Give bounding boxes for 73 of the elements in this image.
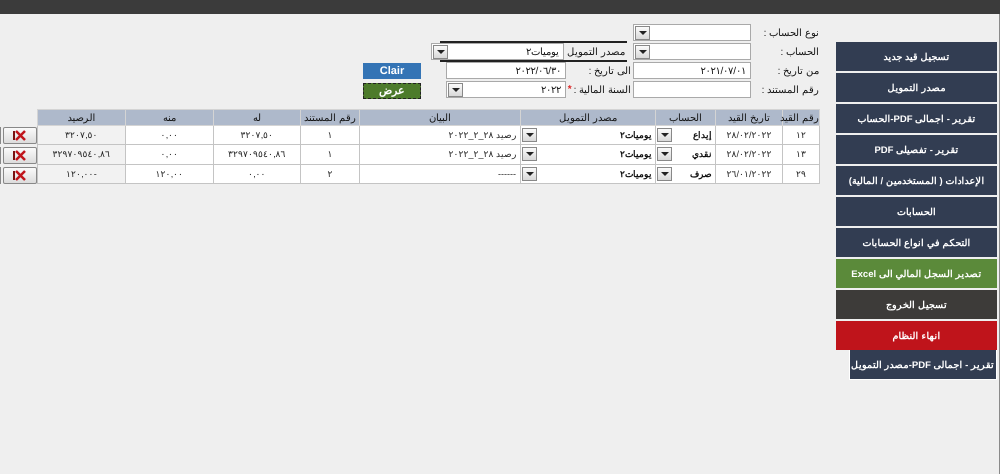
table-cell: ------: [360, 164, 520, 184]
field-label: رقم المستند :: [760, 84, 820, 96]
cross-icon: [13, 130, 27, 140]
field-label: مصدر التمويل: [566, 46, 626, 58]
dropdown-field[interactable]: ٢٠٢٢: [446, 81, 566, 98]
menu-button[interactable]: تسجيل قيد جديد: [836, 42, 997, 71]
input-field[interactable]: ٢٠٢٢/٠٦/٣٠: [446, 62, 566, 79]
table-cell: ٢: [300, 164, 360, 184]
table-cell: ١٢: [782, 126, 820, 145]
field-label: من تاريخ :: [776, 64, 820, 76]
caret-icon: [522, 166, 537, 181]
table-cell: ٣٢٩٧٠٩٥٤٠,٨٦: [38, 144, 126, 164]
caret-icon: [522, 128, 537, 142]
menu-button[interactable]: تقرير - تفصيلى PDF: [836, 135, 997, 164]
dropdown-field[interactable]: [633, 24, 751, 41]
clear-button[interactable]: Clair: [363, 62, 421, 78]
menu-button[interactable]: تصدير السجل المالي الى Excel: [836, 259, 997, 288]
table-cell: ١: [300, 144, 360, 164]
input-field[interactable]: ٢٠٢١/٠٧/٠١: [633, 62, 751, 79]
table-cell: ٢٦/٠١/٢٠٢٢: [716, 164, 782, 184]
column-header: الحساب: [656, 110, 716, 126]
table-cell: ١٣: [782, 144, 820, 164]
menu-button[interactable]: تقرير - اجمالى PDF-الحساب: [836, 104, 997, 133]
table-cell: ١: [300, 126, 360, 145]
field-label: الى تاريخ :: [588, 64, 632, 76]
table-cell: ٣٢٠٧,٥٠: [214, 126, 300, 145]
menu-button[interactable]: مصدر التمويل: [836, 73, 997, 102]
delete-button[interactable]: [3, 166, 37, 184]
column-header: منه: [126, 110, 214, 126]
column-header: رقم القيد: [782, 110, 820, 126]
caret-icon: [522, 147, 537, 162]
menu-button[interactable]: تقرير - اجمالى PDF-مصدر التمويل: [849, 350, 997, 380]
column-header: مصدر التمويل: [520, 110, 656, 126]
column-header: له: [214, 110, 300, 126]
table-cell: ٢٩: [782, 164, 820, 184]
table-cell: -١٢٠,٠٠: [38, 164, 126, 184]
caret-icon: [433, 44, 448, 58]
caret-icon: [657, 147, 672, 162]
show-button[interactable]: عرض: [363, 82, 421, 98]
field-label: نوع الحساب :: [762, 26, 820, 38]
caret-icon: [635, 26, 650, 40]
cross-icon: [13, 170, 27, 180]
table-cell: ٣٢٠٧,٥٠: [38, 126, 126, 145]
menu-button[interactable]: التحكم في انواع الحسابات: [836, 228, 997, 257]
field-label: الحساب :: [779, 46, 820, 58]
table-cell: ٠,٠٠: [126, 126, 214, 145]
required-mark: *: [568, 84, 572, 95]
table-cell: ٢٨/٠٢/٢٠٢٢: [716, 126, 782, 145]
caret-icon: [657, 166, 672, 181]
menu-button[interactable]: تسجيل الخروج: [836, 290, 997, 319]
table-cell: ٢٨/٠٢/٢٠٢٢: [716, 144, 782, 164]
table-cell: ٣٢٩٧٠٩٥٤٠,٨٦: [214, 144, 300, 164]
column-header: البيان: [360, 110, 520, 126]
table-cell: ٠,٠٠: [126, 144, 214, 164]
table-cell: ٠,٠٠: [214, 164, 300, 184]
table-cell: ١٢٠,٠٠: [126, 164, 214, 184]
caret-icon: [448, 82, 463, 96]
dropdown-field[interactable]: يوميات٢: [431, 43, 564, 60]
table-cell: رصيد ٢٨_٢_٢٠٢٢: [360, 126, 520, 145]
menu-button[interactable]: الحسابات: [836, 197, 997, 226]
delete-button[interactable]: [3, 126, 37, 144]
column-header: الرصيد: [38, 110, 126, 126]
caret-icon: [635, 44, 650, 58]
menu-button[interactable]: انهاء النظام: [836, 321, 997, 350]
caret-icon: [657, 128, 672, 142]
dropdown-field[interactable]: [633, 43, 751, 60]
input-field[interactable]: [633, 81, 751, 98]
cross-icon: [13, 150, 27, 160]
field-label: السنة المالية :: [574, 84, 632, 96]
column-header: رقم المستند: [300, 110, 360, 126]
table-cell: رصيد ٢٨_٢_٢٠٢٢: [360, 144, 520, 164]
delete-button[interactable]: [3, 146, 37, 164]
menu-button[interactable]: الإعدادات ( المستخدمين / المالية): [836, 166, 997, 195]
